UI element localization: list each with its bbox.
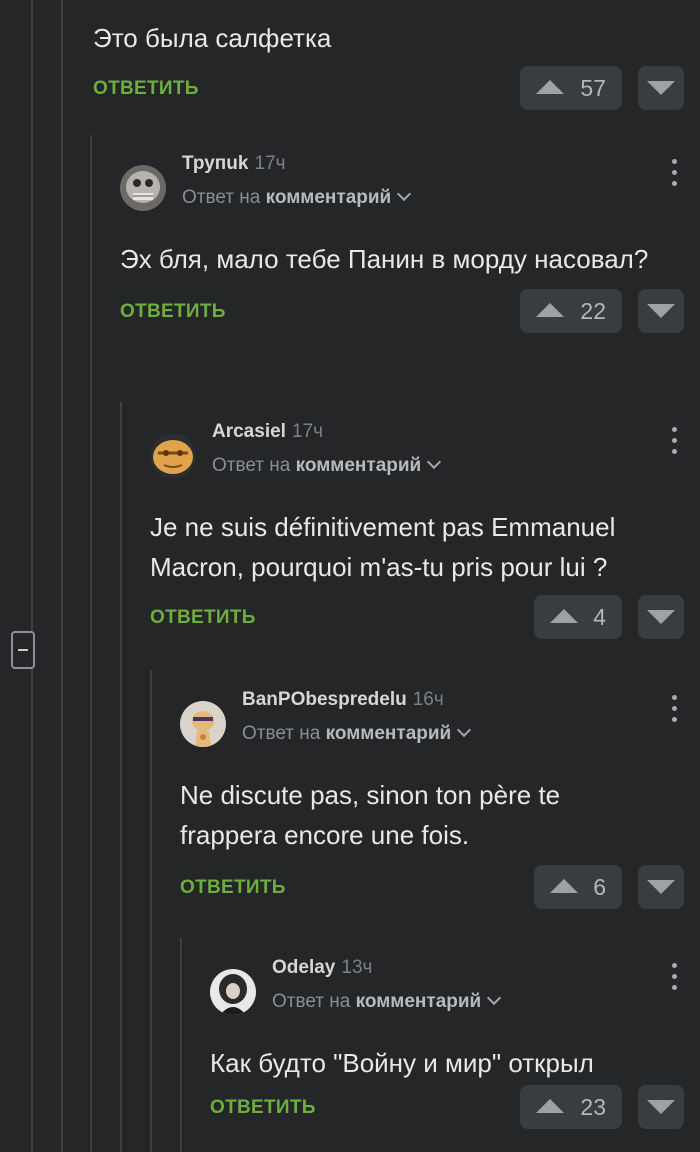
avatar[interactable] [210,969,256,1015]
thread-line-5 [150,670,152,1152]
comment-actions: ОТВЕТИТЬ 6 [180,865,700,911]
comment-time: 16ч [412,689,444,710]
upvote-button[interactable]: 4 [534,595,622,639]
chevron-down-icon [487,990,502,1006]
reply-button[interactable]: ОТВЕТИТЬ [150,607,256,629]
downvote-button[interactable] [638,289,684,333]
comment-text: Je ne suis définitivement pas Emmanuel M… [150,512,616,582]
more-options-icon[interactable] [672,963,678,996]
chevron-down-icon [427,454,442,470]
vote-count: 23 [580,1094,606,1120]
thread-line-1 [31,0,33,631]
avatar[interactable] [120,165,166,211]
comment-time: 13ч [341,957,373,978]
reply-button[interactable]: ОТВЕТИТЬ [180,877,286,899]
thread-line-3 [90,135,92,1152]
reply-button[interactable]: ОТВЕТИТЬ [93,78,199,100]
chevron-down-icon [457,722,472,738]
upvote-icon [536,303,564,317]
more-options-icon[interactable] [672,159,678,192]
username[interactable]: BanPObespredelu 16ч [242,689,444,711]
avatar[interactable] [150,433,196,479]
downvote-button[interactable] [638,865,684,909]
avatar[interactable] [180,701,226,747]
top-comment: Это была салфетка ОТВЕТИТЬ 57 [93,14,700,112]
comment-text: Эх бля, мало тебе Панин в морду насовал? [120,244,649,274]
comment-item: Odelay 13ч Ответ на комментарий Как будто… [210,957,700,1131]
downvote-button[interactable] [638,1085,684,1129]
comment-item: Arcasiel 17ч Ответ на комментарий Je ne s… [150,421,700,641]
upvote-button[interactable]: 23 [520,1085,622,1129]
comment-header: Arcasiel 17ч Ответ на комментарий [150,421,700,503]
downvote-icon [647,880,675,894]
reply-to-link[interactable]: Ответ на комментарий [212,454,442,477]
username[interactable]: Трупuk 17ч [182,153,286,175]
upvote-icon [550,879,578,893]
downvote-button[interactable] [638,66,684,110]
upvote-icon [536,80,564,94]
comment-actions: ОТВЕТИТЬ 23 [210,1085,700,1131]
downvote-button[interactable] [638,595,684,639]
upvote-button[interactable]: 57 [520,66,622,110]
comment-actions: ОТВЕТИТЬ 4 [150,595,700,641]
vote-count: 6 [593,874,606,900]
comment-item: Трупuk 17ч Ответ на комментарий Эх бля, м… [120,153,700,335]
comment-time: 17ч [291,421,323,442]
more-options-icon[interactable] [672,427,678,460]
reply-button[interactable]: ОТВЕТИТЬ [210,1097,316,1119]
thread-line-2 [61,0,63,1152]
comment-actions: ОТВЕТИТЬ 57 [93,66,700,112]
thread-line-4 [120,402,122,1152]
comment-text: Как будто "Войну и мир" открыл [210,1048,594,1078]
comment-header: BanPObespredelu 16ч Ответ на комментарий [180,689,700,771]
thread-line-6 [180,938,182,1152]
downvote-icon [647,81,675,95]
comment-text: Ne discute pas, sinon ton père te frappe… [180,780,561,850]
comment-header: Odelay 13ч Ответ на комментарий [210,957,700,1039]
upvote-icon [550,609,578,623]
downvote-icon [647,610,675,624]
comment-time: 17ч [254,153,286,174]
chevron-down-icon [397,186,412,202]
collapse-thread-button[interactable] [11,631,35,669]
reply-button[interactable]: ОТВЕТИТЬ [120,301,226,323]
reply-to-link[interactable]: Ответ на комментарий [272,990,502,1013]
comment-item: BanPObespredelu 16ч Ответ на комментарий … [180,689,700,911]
comment-actions: ОТВЕТИТЬ 22 [120,289,700,335]
vote-count: 4 [593,604,606,630]
upvote-button[interactable]: 6 [534,865,622,909]
thread-line-1b [31,669,33,1152]
upvote-icon [536,1099,564,1113]
username[interactable]: Arcasiel 17ч [212,421,323,443]
comment-text: Это была салфетка [93,23,332,53]
downvote-icon [647,1100,675,1114]
comment-header: Трупuk 17ч Ответ на комментарий [120,153,700,235]
reply-to-link[interactable]: Ответ на комментарий [242,722,472,745]
username[interactable]: Odelay 13ч [272,957,372,979]
downvote-icon [647,304,675,318]
upvote-button[interactable]: 22 [520,289,622,333]
vote-count: 57 [580,75,606,101]
reply-to-link[interactable]: Ответ на комментарий [182,186,412,209]
more-options-icon[interactable] [672,695,678,728]
vote-count: 22 [580,298,606,324]
